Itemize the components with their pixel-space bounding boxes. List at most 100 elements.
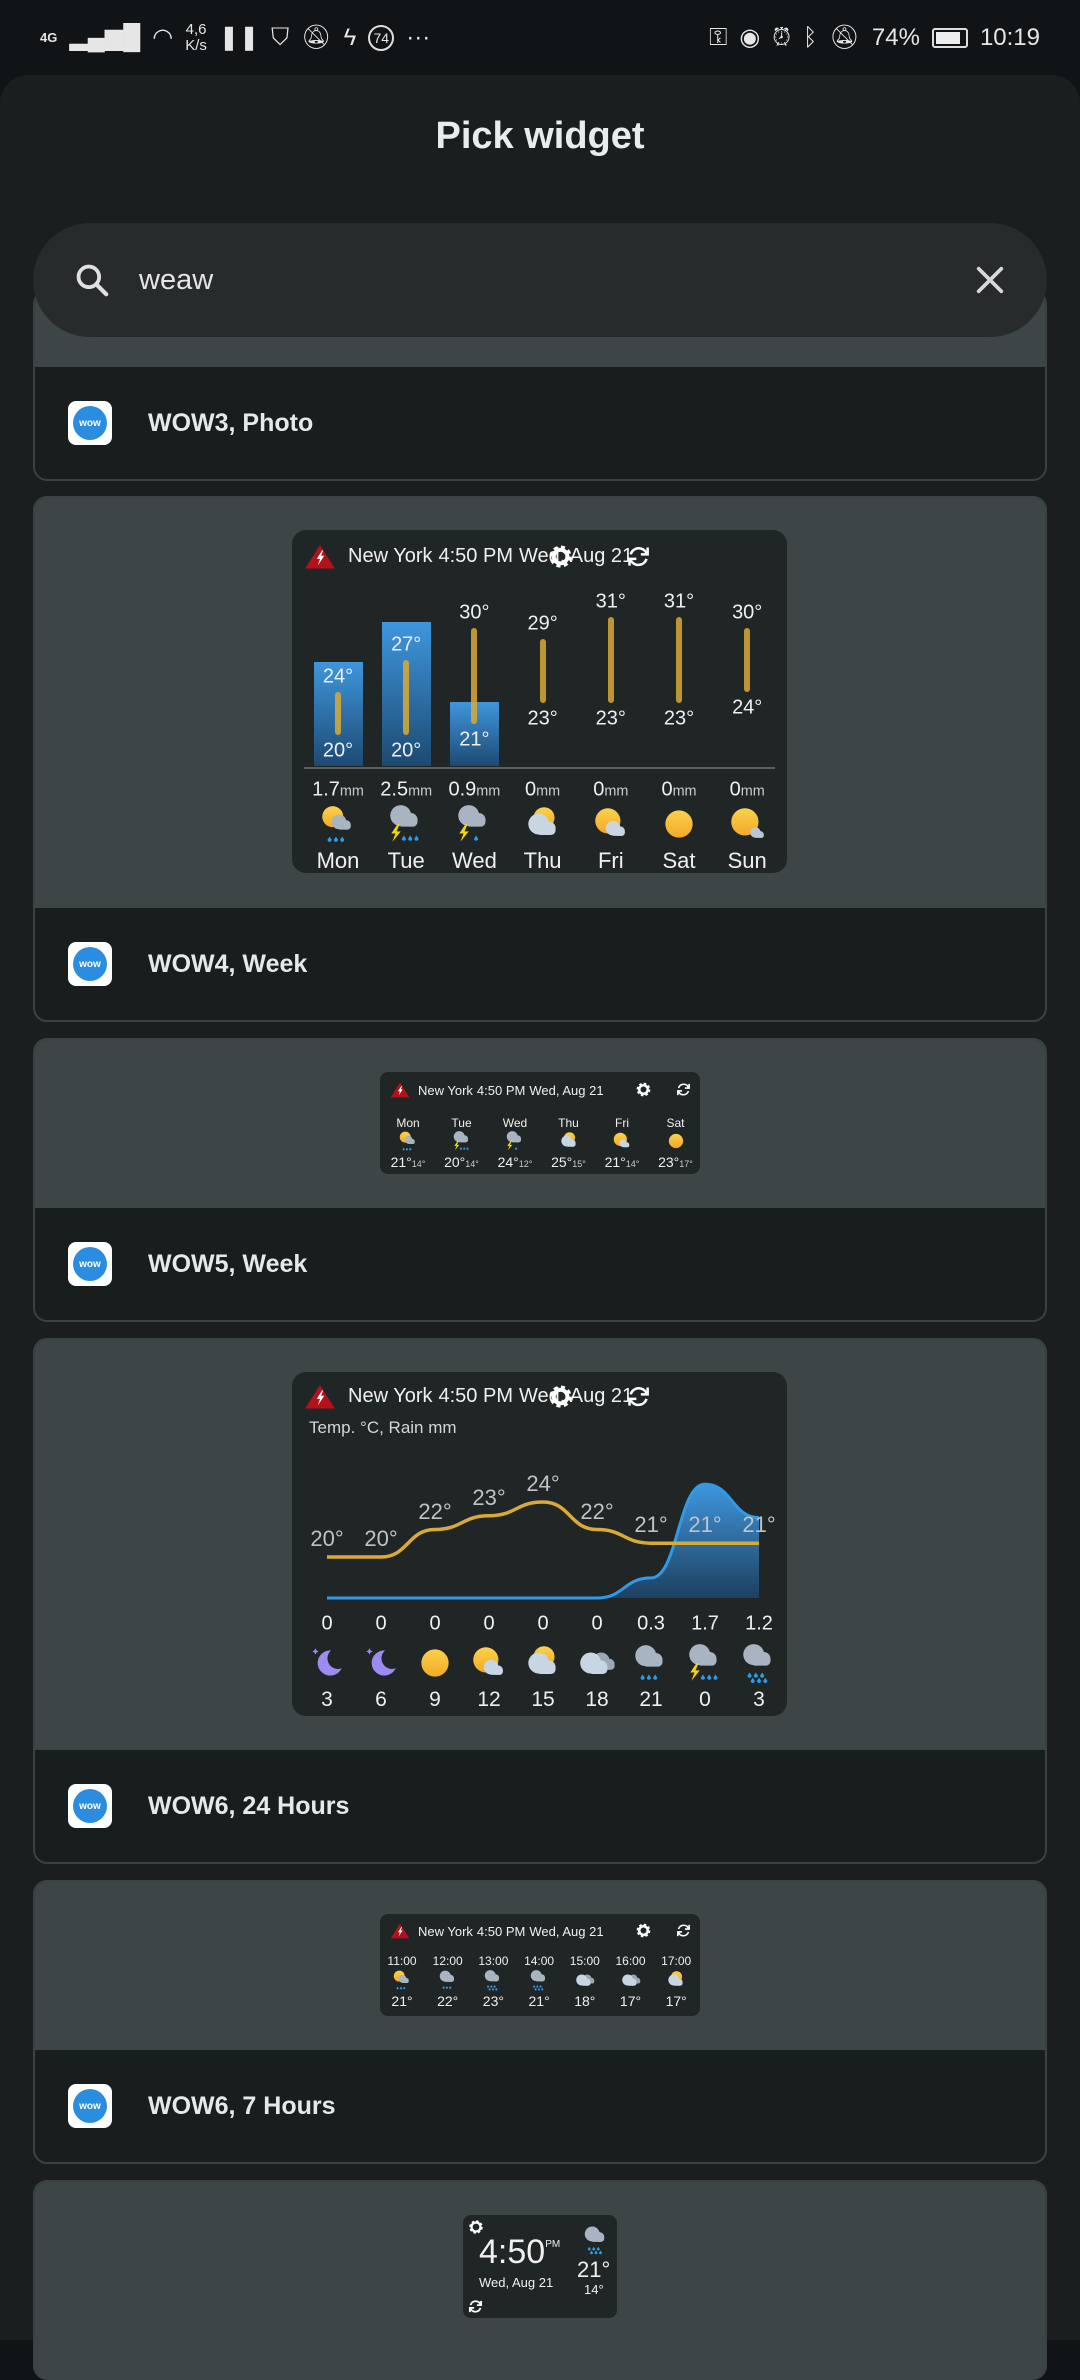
temp-label: 21° [742,1512,776,1538]
weather-icon [453,803,495,845]
refresh-button[interactable] [675,1081,692,1098]
refresh-icon[interactable] [625,543,652,570]
temp-label: 23° [482,1993,504,2009]
weather-icon [581,2225,611,2255]
rain-amount: 0mm [525,779,560,802]
hi-temp: 31° [595,590,626,613]
temp-label: 24° [526,1471,560,1496]
clock-lo-temp: 14° [584,2282,604,2297]
weather-icon [738,1642,780,1684]
notifications-off-icon: 🔕︎ [301,24,332,51]
gear-icon[interactable] [635,1922,652,1939]
hours-small-widget-preview: New York 4:50 PM Wed, Aug 21 11:00 21° 12:0… [380,1914,700,2016]
gear-icon[interactable] [635,1081,652,1098]
clock-hi-temp: 21° [577,2257,611,2282]
page-title: Pick widget [435,115,645,157]
widget-card-wow6-7-hours[interactable]: New York 4:50 PM Wed, Aug 21 11:00 21° 12:0… [33,1880,1047,2164]
hi-temp: 24° [322,665,354,688]
bluetooth-icon: ᛒ [803,23,818,51]
moon-icon [366,1648,396,1676]
rain-unit: mm [536,783,561,800]
gear-icon[interactable] [547,543,574,570]
lo-temp: 14° [411,1159,426,1169]
settings-button[interactable] [635,1081,652,1098]
widget-card-wow6-24-hours[interactable]: New York 4:50 PM Wed, Aug 21 Temp. °C, Ra… [33,1338,1047,1864]
hi-temp: 21° [604,1154,626,1170]
clear-search-button[interactable] [973,263,1007,297]
lo-temp: 14° [625,1159,640,1169]
weather-alert-icon[interactable] [304,544,336,570]
wifi-icon: ◠ [152,24,174,51]
day-label: Wed [451,848,497,873]
rain-value: 2.5 [380,778,409,801]
weather-icon [574,1969,596,1991]
weather-icon [385,803,427,845]
hi-temp: 29° [527,612,558,635]
status-bar: 4G ▂▄▆█ ◠ 4,6 K/s ❚❚ ⛉ 🔕︎ ϟ 74 ··· ⚿ ◉ ⏰︎… [0,0,1080,75]
widget-label-row: wow WOW6, 24 Hours [35,1750,1045,1862]
app-icon: wow [68,401,112,445]
widget-preview: 4:50PM Wed, Aug 21 21° 14° [35,2182,1045,2380]
weather-icon [620,1969,642,1991]
rain-amount: 0.9mm [448,779,500,802]
thunder-light-rain-icon [506,1131,522,1151]
widget-card-wow4-week[interactable]: New York 4:50 PM Wed, Aug 21 24° 20° 1.7mm M… [33,496,1047,1022]
hour-label: 13:00 [478,1954,509,1968]
clock-ampm: PM [545,2239,561,2250]
weather-icon [482,1969,504,1991]
widget-card-wow5-week[interactable]: New York 4:50 PM Wed, Aug 21 Mon 21°14° Tue… [33,1038,1047,1322]
widget-card-clock[interactable]: 4:50PM Wed, Aug 21 21° 14° [33,2180,1047,2380]
net-speed: 4,6 K/s [185,20,207,54]
hours-widget-preview: New York 4:50 PM Wed, Aug 21 Temp. °C, Ra… [292,1372,787,1716]
day-label: Fri [597,848,624,873]
rain-unit: mm [672,783,697,800]
settings-button[interactable] [547,543,574,570]
refresh-icon[interactable] [675,1081,692,1098]
sun-cloud-rain-icon [322,806,351,842]
thunder-rain-icon [689,1644,718,1681]
rain-value: 0 [525,778,537,801]
cloudy-icon [621,1974,640,1986]
lo-temp: 20° [322,739,354,762]
hour-label: 12 [477,1688,501,1711]
hour-label: 16:00 [615,1954,646,1968]
hour-label: 21 [639,1688,663,1711]
cloud-sun-icon [560,1132,576,1147]
widget-time: 4:50 PM [476,1082,526,1098]
widget-header: New York 4:50 PM Wed, Aug 21 [304,544,633,570]
temp-range-bar [471,628,478,725]
app-icon: wow [68,942,112,986]
lo-temp: 12° [518,1159,533,1169]
temp-label: 22° [437,1993,459,2009]
settings-button[interactable] [635,1922,652,1939]
refresh-icon[interactable] [675,1922,692,1939]
clock-date: Wed, Aug 21 [479,2275,554,2290]
weather-alert-icon[interactable] [390,1082,410,1098]
heavy-rain-icon [584,2226,605,2255]
widget-preview: New York 4:50 PM Wed, Aug 21 11:00 21° 12:0… [35,1882,1045,2050]
weather-icon [522,803,564,845]
sun-icon [668,1133,683,1149]
hi-temp: 30° [732,601,763,624]
search-bar [33,223,1047,337]
refresh-button[interactable] [675,1922,692,1939]
search-input[interactable] [139,263,973,297]
weather-alert-icon[interactable] [390,1923,410,1939]
temp-range-bar [403,660,410,735]
widget-city: New York [418,1923,473,1939]
widget-time: 4:50 PM [476,1923,526,1939]
speed-unit: K/s [185,36,207,54]
rain-value: 1.7 [312,778,340,801]
widget-label-row: wow WOW5, Week [35,1208,1045,1320]
refresh-button[interactable] [625,543,652,570]
speed-value: 4,6 [185,20,207,38]
widget-label-row: wow WOW3, Photo [35,367,1045,479]
widget-city: New York [418,1082,473,1098]
rain-value: 0 [593,778,605,801]
temp-label: 21° [634,1512,668,1538]
rain-amount: 0 [483,1612,495,1635]
widget-date: Wed, Aug 21 [529,1923,604,1939]
rain-unit: mm [408,783,433,800]
lo-temp: 23° [595,707,626,730]
hour-label: 15 [531,1688,555,1711]
